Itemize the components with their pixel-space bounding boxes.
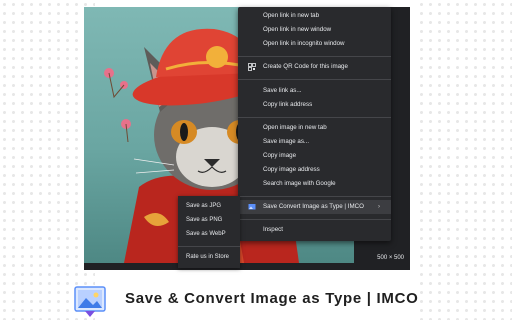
- image-download-icon: [74, 285, 108, 324]
- menu-separator: [238, 56, 391, 57]
- chevron-right-icon: ›: [378, 204, 380, 210]
- image-size-label: 500 × 500: [377, 255, 404, 261]
- brand-title: Save & Convert Image as Type | IMCO: [125, 290, 419, 307]
- menu-save-convert-image-label: Save Convert Image as Type | IMCO: [263, 203, 364, 210]
- dot-pattern-left: [0, 0, 95, 320]
- menu-open-image-new-tab[interactable]: Open image in new tab: [238, 121, 391, 135]
- menu-separator: [238, 219, 391, 220]
- extension-icon: [248, 203, 256, 211]
- submenu-separator: [178, 246, 240, 247]
- menu-save-image-as[interactable]: Save image as...: [238, 135, 391, 149]
- submenu-save-as-png[interactable]: Save as PNG: [178, 214, 240, 227]
- menu-save-link-as[interactable]: Save link as...: [238, 84, 391, 98]
- submenu-save-as-jpg[interactable]: Save as JPG: [178, 200, 240, 213]
- menu-search-image-google[interactable]: Search image with Google: [238, 177, 391, 191]
- context-menu: Open link in new tab Open link in new wi…: [238, 7, 391, 241]
- brand-banner: Save & Convert Image as Type | IMCO: [74, 285, 512, 319]
- dot-pattern-right: [417, 0, 512, 320]
- menu-separator: [238, 117, 391, 118]
- qr-code-icon: [248, 63, 256, 71]
- menu-separator: [238, 196, 391, 197]
- menu-create-qr-code[interactable]: Create QR Code for this image: [238, 60, 391, 74]
- menu-open-link-new-window[interactable]: Open link in new window: [238, 23, 391, 37]
- menu-copy-image[interactable]: Copy image: [238, 149, 391, 163]
- menu-open-link-incognito[interactable]: Open link in incognito window: [238, 37, 391, 51]
- menu-copy-image-address[interactable]: Copy image address: [238, 163, 391, 177]
- menu-open-link-new-tab[interactable]: Open link in new tab: [238, 9, 391, 23]
- submenu-save-as-webp[interactable]: Save as WebP: [178, 228, 240, 241]
- menu-separator: [238, 79, 391, 80]
- menu-create-qr-code-label: Create QR Code for this image: [263, 63, 348, 70]
- menu-copy-link-address[interactable]: Copy link address: [238, 98, 391, 112]
- menu-save-convert-image[interactable]: Save Convert Image as Type | IMCO ›: [238, 200, 391, 214]
- submenu-rate-us[interactable]: Rate us in Store: [178, 251, 240, 264]
- menu-inspect[interactable]: Inspect: [238, 223, 391, 237]
- imco-submenu: Save as JPG Save as PNG Save as WebP Rat…: [178, 196, 240, 268]
